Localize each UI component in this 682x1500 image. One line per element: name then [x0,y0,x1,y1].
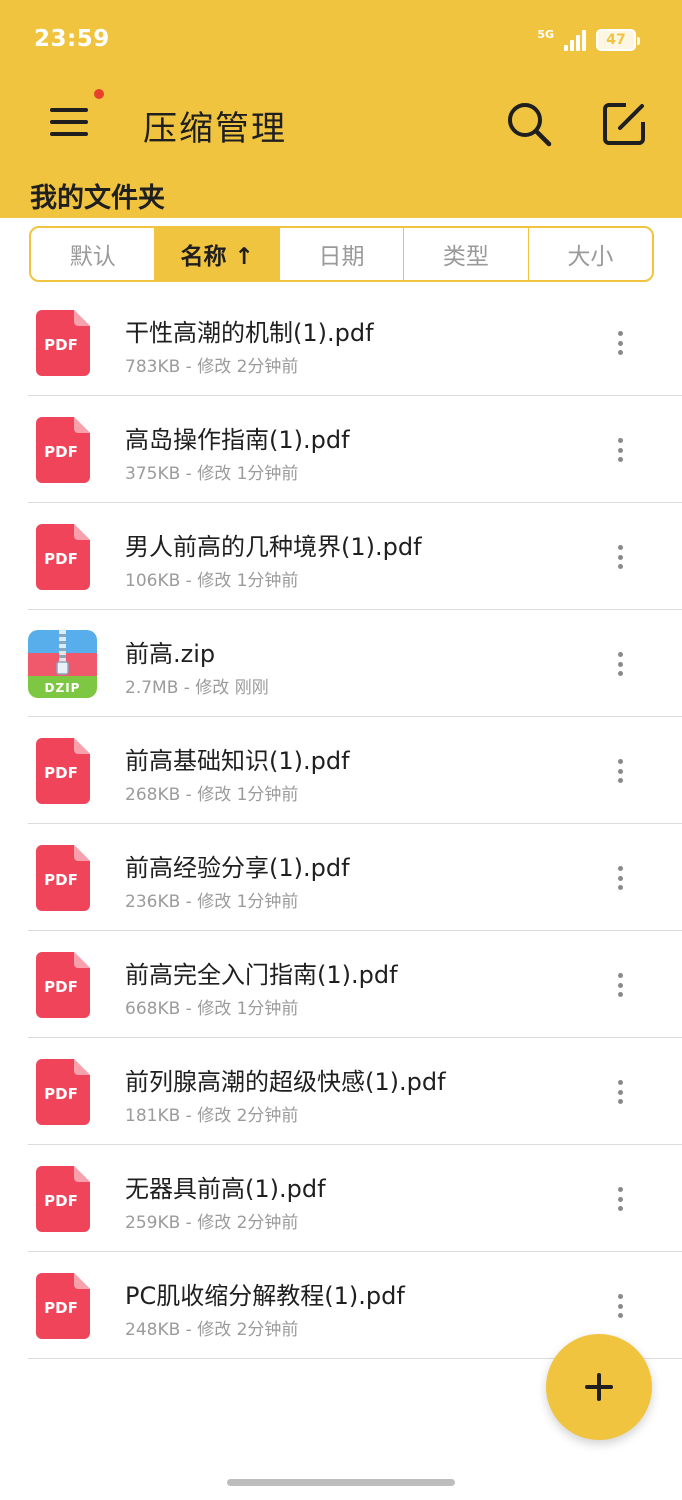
pdf-icon-label: PDF [44,1085,78,1103]
sort-tab-default[interactable]: 默认 [31,228,156,280]
list-item[interactable]: PDF 前高经验分享(1).pdf 236KB - 修改 1分钟前 [28,824,682,931]
search-icon [508,103,552,147]
pdf-file-icon: PDF [36,952,90,1018]
file-name: 前列腺高潮的超级快感(1).pdf [125,1068,446,1096]
edit-icon [603,103,645,145]
pdf-file-icon: PDF [36,1166,90,1232]
more-vertical-icon [617,331,623,355]
file-name: 高岛操作指南(1).pdf [125,426,350,454]
more-vertical-icon [617,1080,623,1104]
pdf-file-icon: PDF [36,1059,90,1125]
zip-icon-label: DZIP [45,681,81,695]
file-name: 干性高潮的机制(1).pdf [125,319,374,347]
list-item[interactable]: PDF 前高基础知识(1).pdf 268KB - 修改 1分钟前 [28,717,682,824]
more-options-button[interactable] [610,1288,630,1324]
file-meta: 268KB - 修改 1分钟前 [125,785,299,805]
pdf-icon-label: PDF [44,871,78,889]
file-meta: 248KB - 修改 2分钟前 [125,1320,299,1340]
more-options-button[interactable] [610,967,630,1003]
file-meta: 668KB - 修改 1分钟前 [125,999,299,1019]
list-item[interactable]: PDF 前列腺高潮的超级快感(1).pdf 181KB - 修改 2分钟前 [28,1038,682,1145]
pdf-file-icon: PDF [36,1273,90,1339]
more-options-button[interactable] [610,860,630,896]
pdf-icon-label: PDF [44,443,78,461]
file-name: PC肌收缩分解教程(1).pdf [125,1282,405,1310]
signal-icon [564,29,586,51]
edit-button[interactable] [602,100,648,146]
page-title: 压缩管理 [143,109,287,149]
more-options-button[interactable] [610,1074,630,1110]
pdf-file-icon: PDF [36,524,90,590]
pdf-file-icon: PDF [36,738,90,804]
pdf-file-icon: PDF [36,417,90,483]
sort-tab-name[interactable]: 名称 ↑ [155,228,280,280]
pdf-file-icon: PDF [36,310,90,376]
home-indicator[interactable] [227,1479,455,1486]
file-name: 男人前高的几种境界(1).pdf [125,533,422,561]
list-item[interactable]: PDF 前高完全入门指南(1).pdf 668KB - 修改 1分钟前 [28,931,682,1038]
file-name: 前高完全入门指南(1).pdf [125,961,398,989]
pdf-icon-label: PDF [44,978,78,996]
file-name: 前高.zip [125,640,216,668]
file-meta: 375KB - 修改 1分钟前 [125,464,299,484]
add-button[interactable] [546,1334,652,1440]
screen: 23:59 5G 47 压缩管理 我的文件夹 默认 名称 ↑ 日期 类型 大小 … [0,0,682,1500]
list-item[interactable]: PDF 无器具前高(1).pdf 259KB - 修改 2分钟前 [28,1145,682,1252]
list-item[interactable]: PDF 男人前高的几种境界(1).pdf 106KB - 修改 1分钟前 [28,503,682,610]
battery-icon: 47 [596,29,640,51]
more-vertical-icon [617,1294,623,1318]
file-name: 无器具前高(1).pdf [125,1175,326,1203]
pdf-icon-label: PDF [44,1192,78,1210]
more-options-button[interactable] [610,432,630,468]
list-item[interactable]: PDF 干性高潮的机制(1).pdf 783KB - 修改 2分钟前 [28,289,682,396]
status-icons: 5G 47 [537,26,640,54]
status-time: 23:59 [34,26,110,52]
more-vertical-icon [617,1187,623,1211]
search-button[interactable] [505,100,553,148]
pdf-file-icon: PDF [36,845,90,911]
sort-tab-date[interactable]: 日期 [280,228,405,280]
battery-level: 47 [606,32,626,48]
more-vertical-icon [617,652,623,676]
sort-tab-type[interactable]: 类型 [404,228,529,280]
zip-archive-icon: DZIP [28,630,97,698]
more-vertical-icon [617,759,623,783]
more-options-button[interactable] [610,325,630,361]
file-name: 前高基础知识(1).pdf [125,747,350,775]
pdf-icon-label: PDF [44,1299,78,1317]
pdf-icon-label: PDF [44,550,78,568]
file-list: PDF 干性高潮的机制(1).pdf 783KB - 修改 2分钟前 PDF 高… [0,289,682,1359]
notification-dot [94,89,104,99]
list-item[interactable]: DZIP 前高.zip 2.7MB - 修改 刚刚 [28,610,682,717]
more-vertical-icon [617,545,623,569]
file-name: 前高经验分享(1).pdf [125,854,350,882]
more-options-button[interactable] [610,753,630,789]
pdf-icon-label: PDF [44,764,78,782]
sort-tab-size[interactable]: 大小 [529,228,652,280]
file-meta: 259KB - 修改 2分钟前 [125,1213,299,1233]
file-meta: 181KB - 修改 2分钟前 [125,1106,299,1126]
more-options-button[interactable] [610,539,630,575]
file-meta: 2.7MB - 修改 刚刚 [125,678,269,698]
file-meta: 783KB - 修改 2分钟前 [125,357,299,377]
menu-button[interactable] [50,104,92,140]
pdf-icon-label: PDF [44,336,78,354]
network-label: 5G [537,27,554,41]
file-meta: 106KB - 修改 1分钟前 [125,571,299,591]
header: 23:59 5G 47 压缩管理 我的文件夹 [0,0,682,218]
more-vertical-icon [617,866,623,890]
more-vertical-icon [617,438,623,462]
more-options-button[interactable] [610,1181,630,1217]
section-title: 我的文件夹 [30,183,165,214]
sort-tabs: 默认 名称 ↑ 日期 类型 大小 [29,226,654,282]
file-meta: 236KB - 修改 1分钟前 [125,892,299,912]
more-vertical-icon [617,973,623,997]
list-item[interactable]: PDF 高岛操作指南(1).pdf 375KB - 修改 1分钟前 [28,396,682,503]
more-options-button[interactable] [610,646,630,682]
